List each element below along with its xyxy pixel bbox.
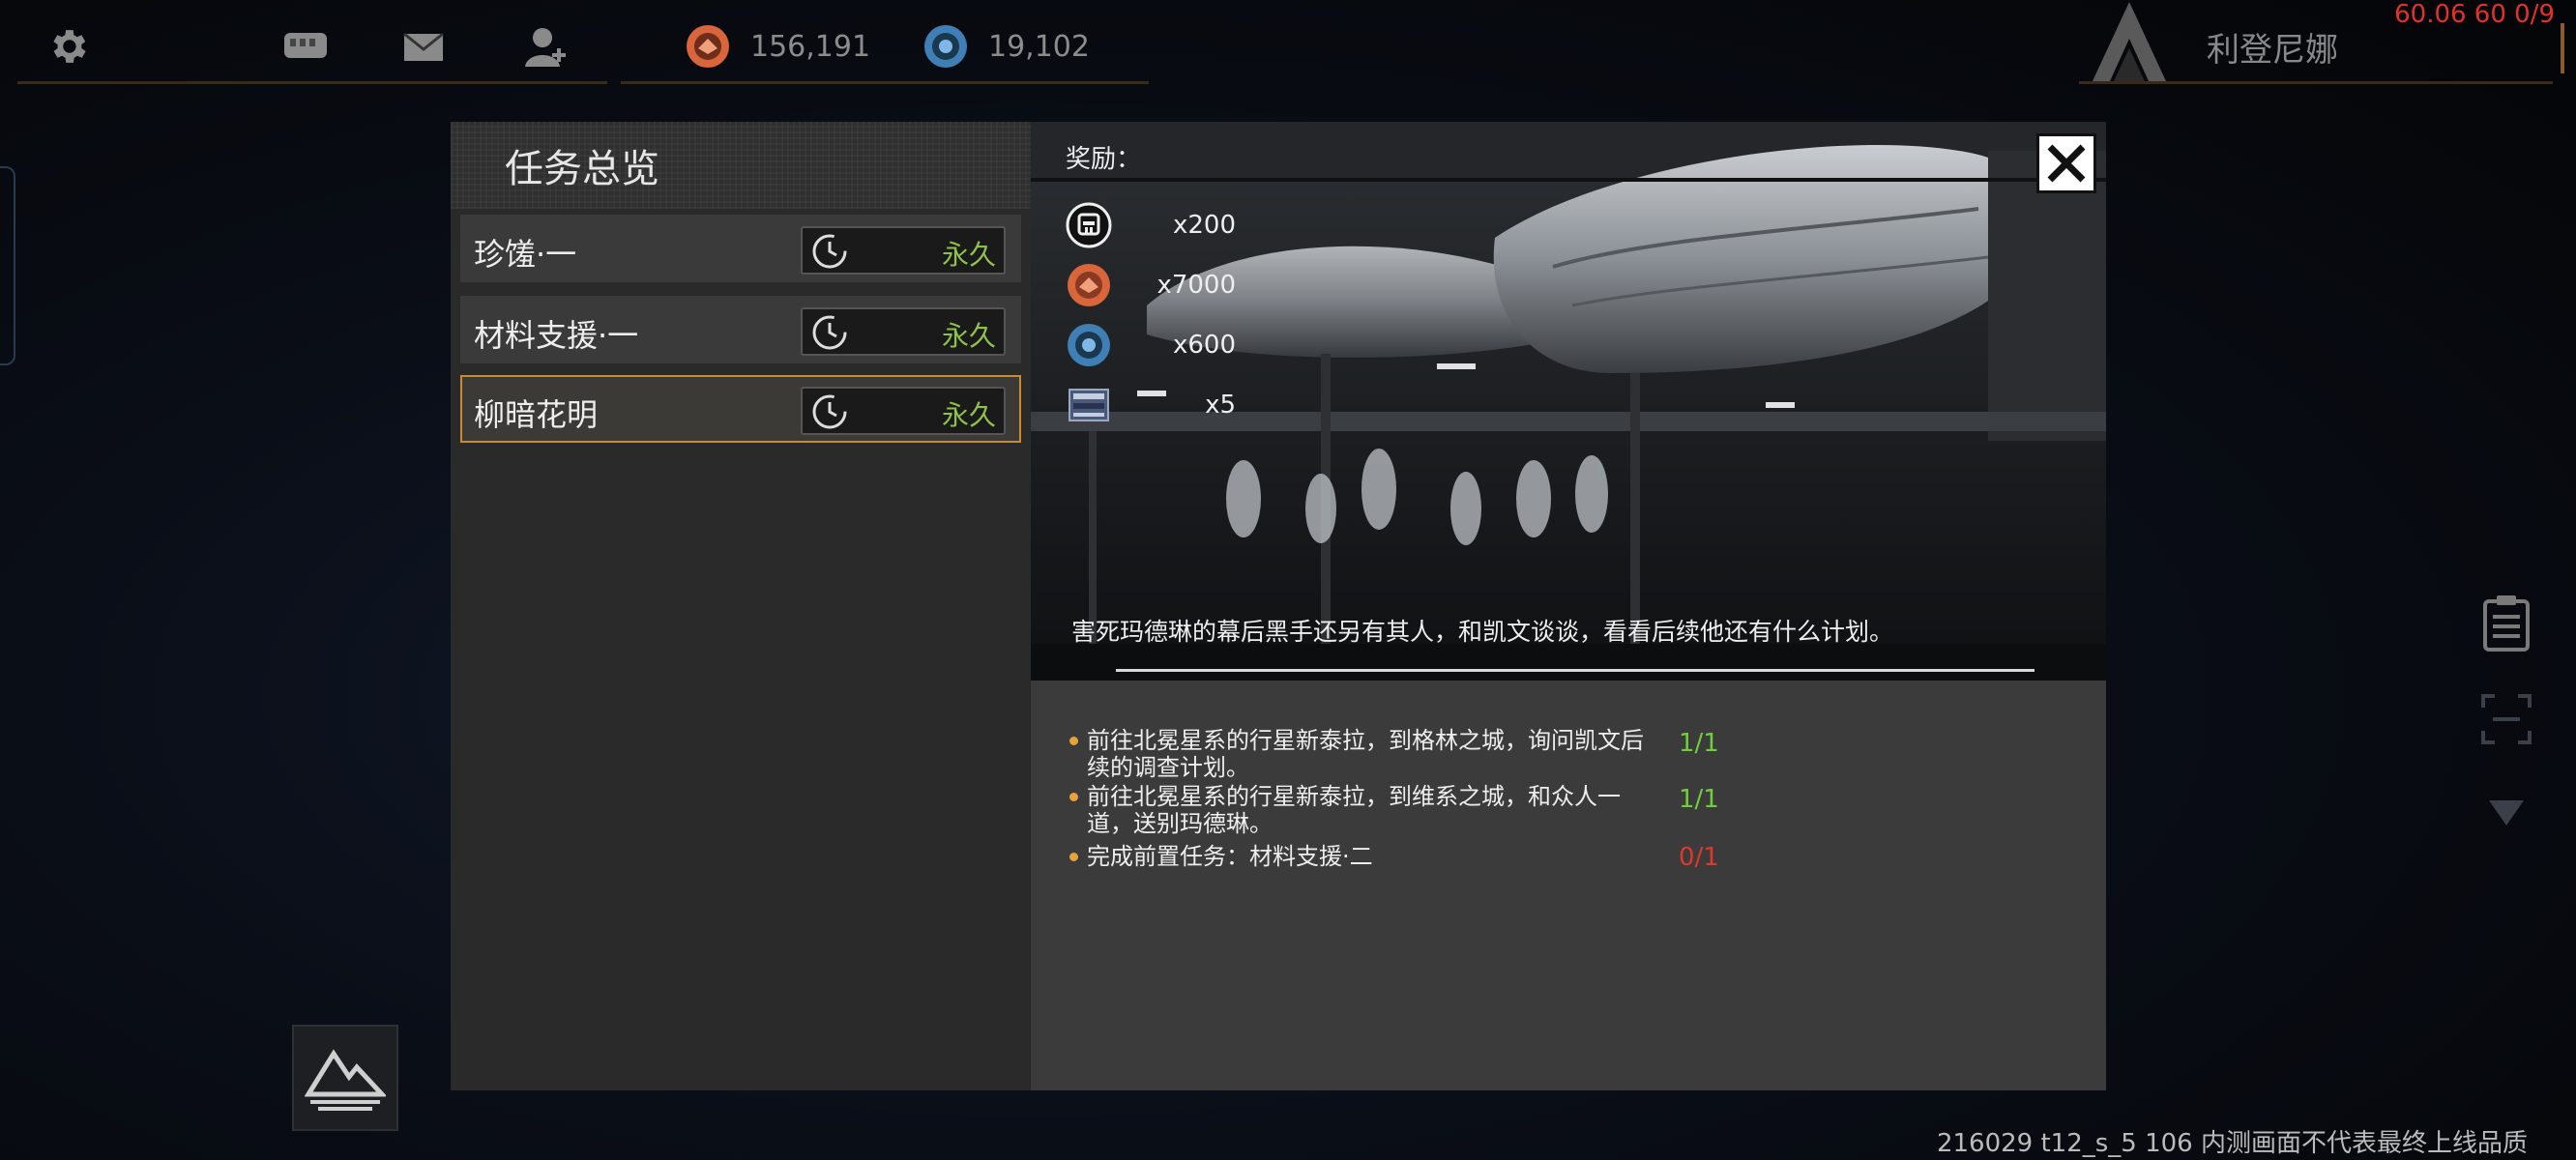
reward-item[interactable]: x7000 [1066, 261, 1249, 309]
quest-story-text: 害死玛德琳的幕后黑手还另有其人，和凯文谈谈，看看后续他还有什么计划。 [1071, 618, 1894, 646]
gear-icon[interactable] [41, 21, 95, 72]
red-coin-icon [685, 23, 731, 70]
quest-duration: 永久 [801, 307, 1006, 356]
quest-name: 材料支援·一 [474, 317, 639, 354]
quest-duration: 永久 [801, 226, 1006, 275]
map-button[interactable] [292, 1025, 398, 1131]
objective-item: 前往北冕星系的行星新泰拉，到维系之城，和众人一道，送别玛德琳。 [1069, 783, 1725, 837]
quest-duration-label: 永久 [941, 399, 996, 431]
reward-count: x5 [1205, 391, 1236, 420]
objective-progress: 0/1 [1679, 843, 1719, 872]
quest-list-header: 任务总览 [451, 122, 1031, 209]
quest-illustration: 奖励： x200 x7000 x600 x5 害死玛德琳的幕后黑手还另有其人，和… [1031, 122, 2106, 681]
top-bar: 156,191 19,102 利登尼娜 60.06 60 0/9 [0, 0, 2576, 89]
clock-icon [812, 234, 847, 269]
chevron-down-icon[interactable] [2487, 798, 2526, 827]
close-button[interactable] [2036, 133, 2096, 193]
objective-progress: 1/1 [1679, 729, 1719, 758]
quest-item[interactable]: 材料支援·一 永久 [460, 296, 1021, 363]
player-name: 利登尼娜 [2207, 31, 2338, 70]
objective-text: 前往北冕星系的行星新泰拉，到维系之城，和众人一道，送别玛德琳。 [1087, 783, 1621, 837]
top-bar-edge [2561, 23, 2564, 73]
reward-item[interactable]: x600 [1066, 321, 1249, 369]
quest-name: 柳暗花明 [474, 396, 599, 433]
ticket-icon [1068, 389, 1109, 421]
mail-icon[interactable] [396, 25, 451, 70]
player-avatar[interactable] [2085, 0, 2172, 83]
resource-blue: 19,102 [922, 17, 1090, 75]
blue-coin-icon [1068, 324, 1110, 366]
bullet-dot [1069, 737, 1078, 745]
blue-coin-icon [922, 23, 969, 70]
quest-dialog: 任务总览 珍馐·一 永久 材料支援·一 永久 柳暗花明 永久 奖励： x200 … [451, 122, 2106, 1090]
resource-blue-value: 19,102 [988, 29, 1090, 64]
reward-count: x7000 [1156, 271, 1236, 300]
reward-item[interactable]: x5 [1066, 381, 1249, 429]
quest-detail-panel: 奖励： x200 x7000 x600 x5 害死玛德琳的幕后黑手还另有其人，和… [1031, 122, 2106, 1090]
quest-objectives: 前往北冕星系的行星新泰拉，到格林之城，询问凯文后续的调查计划。 1/1 前往北冕… [1031, 681, 2106, 1090]
objective-item: 完成前置任务：材料支援·二 [1069, 843, 1725, 870]
reward-count: x600 [1172, 331, 1236, 360]
top-bar-divider [17, 81, 607, 84]
objective-item: 前往北冕星系的行星新泰拉，到格林之城，询问凯文后续的调查计划。 [1069, 727, 1725, 781]
close-icon [2047, 144, 2086, 183]
reward-count: x200 [1172, 211, 1236, 240]
resource-red-value: 156,191 [750, 29, 871, 64]
red-coin-icon [1068, 264, 1110, 306]
clipboard-icon[interactable] [2481, 594, 2532, 652]
objective-text: 前往北冕星系的行星新泰拉，到格林之城，询问凯文后续的调查计划。 [1087, 727, 1644, 781]
story-divider [1116, 669, 2034, 672]
quest-duration-label: 永久 [941, 239, 996, 271]
build-notice: 216029 t12_s_5 106 内测画面不代表最终上线品质 [1936, 1129, 2528, 1158]
bullet-dot [1069, 853, 1078, 861]
scan-icon[interactable] [2479, 692, 2533, 746]
mountain-icon [305, 1049, 386, 1111]
chat-icon[interactable] [277, 21, 335, 72]
credit-chip-icon [1066, 202, 1112, 248]
reward-item[interactable]: x200 [1066, 201, 1249, 249]
reward-label: 奖励： [1066, 145, 1142, 174]
quest-duration: 永久 [801, 387, 1006, 435]
top-bar-divider [621, 81, 1149, 84]
clock-icon [812, 315, 847, 350]
quest-list-title: 任务总览 [505, 147, 659, 191]
objective-text: 完成前置任务：材料支援·二 [1087, 843, 1373, 870]
quest-item-selected[interactable]: 柳暗花明 永久 [460, 375, 1021, 443]
debug-info: 60.06 60 0/9 [2394, 0, 2555, 29]
friend-icon[interactable] [516, 19, 574, 73]
side-drawer-tab[interactable] [0, 166, 15, 365]
bullet-dot [1069, 793, 1078, 801]
quest-item[interactable]: 珍馐·一 永久 [460, 215, 1021, 282]
quest-name: 珍馐·一 [474, 236, 577, 273]
quest-duration-label: 永久 [941, 320, 996, 352]
objective-progress: 1/1 [1679, 785, 1719, 814]
clock-icon [812, 394, 847, 429]
resource-red: 156,191 [685, 17, 870, 75]
quest-list-panel: 任务总览 珍馐·一 永久 材料支援·一 永久 柳暗花明 永久 [451, 122, 1031, 1090]
